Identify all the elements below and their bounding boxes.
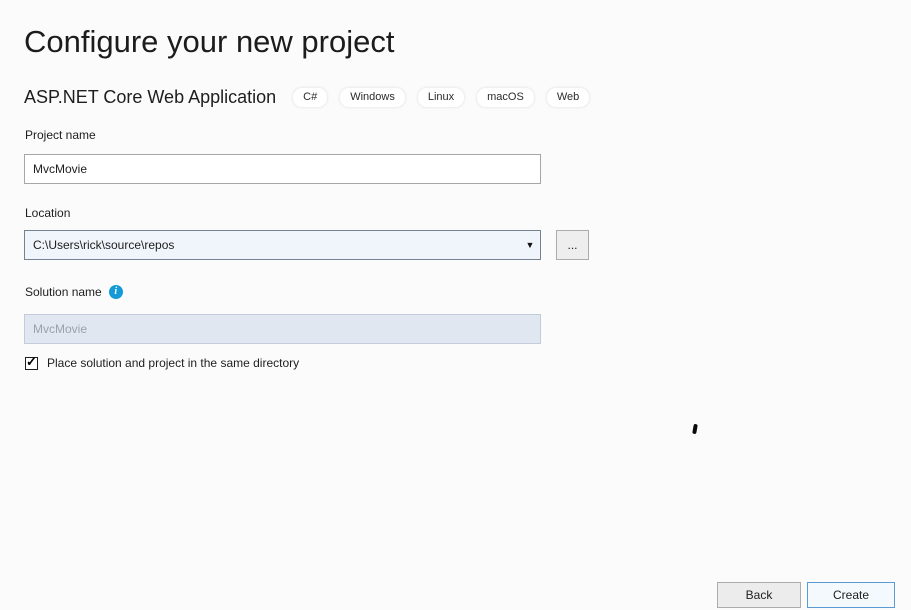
- template-tags: C# Windows Linux macOS Web: [292, 87, 590, 108]
- project-name-label: Project name: [25, 128, 96, 142]
- page-title: Configure your new project: [24, 24, 394, 60]
- location-value: C:\Users\rick\source\repos: [25, 238, 520, 252]
- location-label: Location: [25, 206, 70, 220]
- tag-csharp: C#: [292, 87, 328, 108]
- solution-name-label: Solution name: [25, 285, 102, 299]
- chevron-down-icon[interactable]: ▼: [520, 231, 540, 259]
- template-header: ASP.NET Core Web Application C# Windows …: [24, 85, 590, 109]
- create-button[interactable]: Create: [807, 582, 895, 608]
- tag-linux: Linux: [417, 87, 465, 108]
- tag-web: Web: [546, 87, 590, 108]
- checkmark-icon: ✓: [26, 354, 37, 370]
- back-button[interactable]: Back: [717, 582, 801, 608]
- solution-name-input: [24, 314, 541, 344]
- location-combobox[interactable]: C:\Users\rick\source\repos ▼: [24, 230, 541, 260]
- same-directory-checkbox[interactable]: ✓: [25, 357, 38, 370]
- tag-macos: macOS: [476, 87, 535, 108]
- info-icon[interactable]: i: [109, 285, 123, 299]
- stray-ink-mark: [692, 424, 698, 435]
- tag-windows: Windows: [339, 87, 406, 108]
- project-name-input[interactable]: [24, 154, 541, 184]
- solution-name-label-row: Solution name i: [25, 285, 123, 299]
- browse-location-button[interactable]: ...: [556, 230, 589, 260]
- same-directory-label: Place solution and project in the same d…: [47, 356, 299, 370]
- same-directory-row: ✓ Place solution and project in the same…: [25, 356, 299, 370]
- configure-project-dialog: Configure your new project ASP.NET Core …: [0, 0, 911, 610]
- template-name: ASP.NET Core Web Application: [24, 87, 276, 108]
